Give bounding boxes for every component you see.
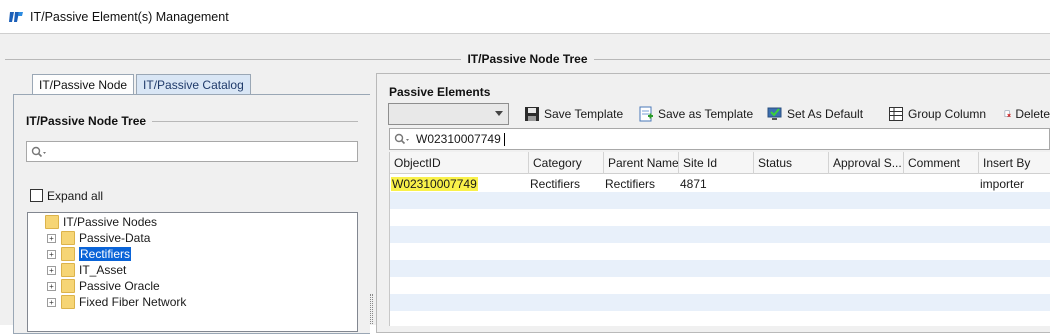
new-document-icon	[639, 106, 653, 122]
tree-item-fixed-fiber-network[interactable]: + Fixed Fiber Network	[47, 294, 186, 310]
divider	[593, 58, 1050, 60]
expand-all-label: Expand all	[47, 189, 104, 203]
cell-insert-by: importer	[980, 176, 1025, 191]
empty-row	[390, 294, 1050, 311]
cell-parent-name: Rectifiers	[605, 176, 656, 191]
expand-icon[interactable]: +	[47, 249, 56, 259]
floppy-disk-icon	[525, 107, 539, 121]
folder-icon	[45, 215, 59, 229]
empty-row	[390, 277, 1050, 294]
empty-row	[390, 311, 1050, 326]
expand-icon[interactable]: +	[47, 297, 56, 307]
tree-item-passive-data[interactable]: + Passive-Data	[47, 230, 150, 246]
column-header-status[interactable]: Status	[754, 152, 829, 174]
folder-icon	[61, 295, 75, 309]
divider	[5, 58, 462, 60]
divider	[152, 120, 358, 122]
expand-icon[interactable]: +	[47, 281, 56, 291]
expand-icon[interactable]: +	[47, 233, 56, 243]
cell-category: Rectifiers	[530, 176, 581, 191]
monitor-check-icon	[767, 107, 782, 120]
tree-item-it-asset[interactable]: + IT_Asset	[47, 262, 126, 278]
empty-row	[390, 243, 1050, 260]
column-header-site-id[interactable]: Site Id	[679, 152, 754, 174]
cell-site-id: 4871	[680, 176, 707, 191]
empty-row	[390, 226, 1050, 243]
save-template-button[interactable]: Save Template	[524, 104, 623, 124]
folder-icon	[61, 263, 75, 277]
elements-search-input[interactable]: W02310007749	[389, 128, 1050, 150]
empty-row	[390, 192, 1050, 209]
column-header-objectid[interactable]: ObjectID	[390, 152, 529, 174]
column-header-parent-name[interactable]: Parent Name	[604, 152, 679, 174]
folder-icon	[61, 247, 75, 261]
passive-elements-title: Passive Elements	[389, 85, 491, 99]
tree-item-rectifiers[interactable]: + Rectifiers	[47, 246, 132, 262]
folder-icon	[61, 231, 75, 245]
main-group-title: IT/Passive Node Tree	[5, 52, 1050, 66]
set-as-default-button[interactable]: Set As Default	[767, 104, 863, 124]
window-titlebar: IT/Passive Element(s) Management	[0, 0, 1050, 33]
template-select[interactable]	[388, 103, 509, 125]
tree-item-passive-oracle[interactable]: + Passive Oracle	[47, 278, 160, 294]
tab-passive-catalog[interactable]: IT/Passive Catalog	[136, 74, 251, 94]
cell-approval-status	[829, 175, 830, 192]
delete-icon	[1004, 110, 1011, 118]
group-column-button[interactable]: Group Column	[888, 104, 986, 124]
tree-root[interactable]: IT/Passive Nodes	[45, 214, 157, 230]
folder-icon	[61, 279, 75, 293]
cell-comment	[904, 175, 905, 192]
empty-row	[390, 260, 1050, 277]
column-header-comment[interactable]: Comment	[904, 152, 979, 174]
table-columns-icon	[889, 107, 903, 121]
cell-status	[754, 175, 755, 192]
search-icon	[31, 146, 46, 157]
node-tree[interactable]: IT/Passive Nodes + Passive-Data + Rectif…	[27, 212, 358, 332]
delete-button[interactable]: Delete	[1004, 104, 1050, 124]
search-icon	[394, 133, 409, 145]
table-header: ObjectID Category Parent Name Site Id St…	[390, 152, 1050, 174]
cell-objectid: W02310007749	[391, 176, 478, 191]
column-header-approval-status[interactable]: Approval S...	[829, 152, 904, 174]
app-logo-icon	[9, 11, 23, 22]
save-as-template-button[interactable]: Save as Template	[638, 104, 753, 124]
window-title: IT/Passive Element(s) Management	[30, 9, 229, 24]
elements-table[interactable]: ObjectID Category Parent Name Site Id St…	[389, 152, 1050, 326]
text-cursor	[503, 132, 505, 146]
tab-bar: IT/Passive Node IT/Passive Catalog	[32, 74, 253, 95]
left-group-title: IT/Passive Node Tree	[24, 114, 358, 128]
table-row[interactable]: W02310007749 Rectifiers Rectifiers 4871 …	[390, 175, 1050, 192]
expand-all-checkbox[interactable]	[30, 189, 43, 202]
column-header-insert-by[interactable]: Insert By	[979, 152, 1050, 174]
chevron-down-icon	[495, 111, 503, 116]
empty-row	[390, 209, 1050, 226]
column-header-category[interactable]: Category	[529, 152, 604, 174]
tab-passive-node[interactable]: IT/Passive Node	[32, 74, 135, 95]
expand-icon[interactable]: +	[47, 265, 56, 275]
panel-splitter[interactable]	[370, 294, 373, 324]
tree-search-input[interactable]	[26, 141, 358, 162]
